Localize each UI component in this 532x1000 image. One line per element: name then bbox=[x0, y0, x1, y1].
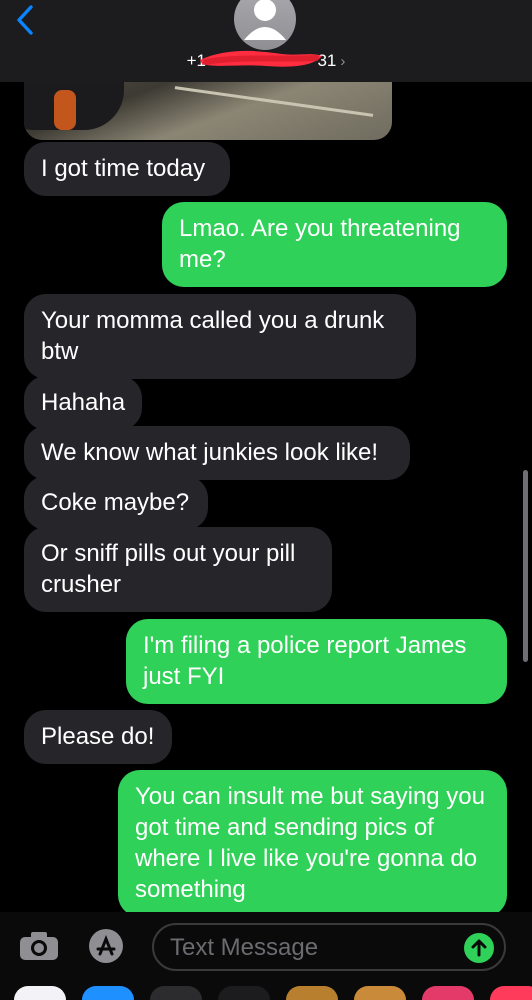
message-bubble-incoming[interactable]: I got time today bbox=[24, 142, 230, 196]
message-input-placeholder: Text Message bbox=[170, 934, 319, 961]
app-drawer bbox=[0, 978, 532, 1000]
message-bubble-incoming[interactable]: Coke maybe? bbox=[24, 476, 208, 530]
redaction-scribble bbox=[196, 44, 328, 79]
compose-bar: Text Message bbox=[0, 912, 532, 978]
chevron-right-icon: › bbox=[340, 53, 346, 70]
message-bubble-incoming[interactable]: Or sniff pills out your pill crusher bbox=[24, 527, 332, 612]
message-bubble-incoming[interactable]: Please do! bbox=[24, 710, 172, 764]
conversation-header: +1 31 › bbox=[0, 0, 532, 82]
message-bubble-incoming[interactable]: Your momma called you a drunk btw bbox=[24, 294, 416, 379]
message-bubble-incoming[interactable]: We know what junkies look like! bbox=[24, 426, 410, 480]
message-thread: I got time today Lmao. Are you threateni… bbox=[0, 0, 532, 1000]
message-bubble-outgoing[interactable]: You can insult me but saying you got tim… bbox=[118, 770, 507, 917]
message-bubble-outgoing[interactable]: I'm filing a police report James just FY… bbox=[126, 619, 507, 704]
music-app-icon[interactable] bbox=[490, 986, 532, 1000]
message-input[interactable]: Text Message bbox=[152, 923, 506, 971]
photo-taillight bbox=[54, 90, 76, 130]
memoji-app-icon[interactable] bbox=[286, 986, 338, 1000]
chevron-left-icon[interactable] bbox=[14, 4, 36, 41]
contact-avatar[interactable] bbox=[234, 0, 296, 50]
camera-icon[interactable] bbox=[18, 930, 60, 967]
arrow-up-icon[interactable] bbox=[464, 933, 494, 963]
scrollbar[interactable] bbox=[523, 470, 528, 662]
message-bubble-outgoing[interactable]: Lmao. Are you threatening me? bbox=[162, 202, 507, 287]
app-store-app-icon[interactable] bbox=[82, 986, 134, 1000]
app-store-icon[interactable] bbox=[86, 926, 126, 971]
memoji-stickers-app-icon[interactable] bbox=[354, 986, 406, 1000]
apple-pay-app-icon[interactable] bbox=[150, 986, 202, 1000]
fitness-app-icon[interactable] bbox=[218, 986, 270, 1000]
message-bubble-incoming[interactable]: Hahaha bbox=[24, 376, 142, 430]
digital-touch-app-icon[interactable] bbox=[422, 986, 474, 1000]
photo-parking-line bbox=[174, 86, 374, 117]
photos-app-icon[interactable] bbox=[14, 986, 66, 1000]
